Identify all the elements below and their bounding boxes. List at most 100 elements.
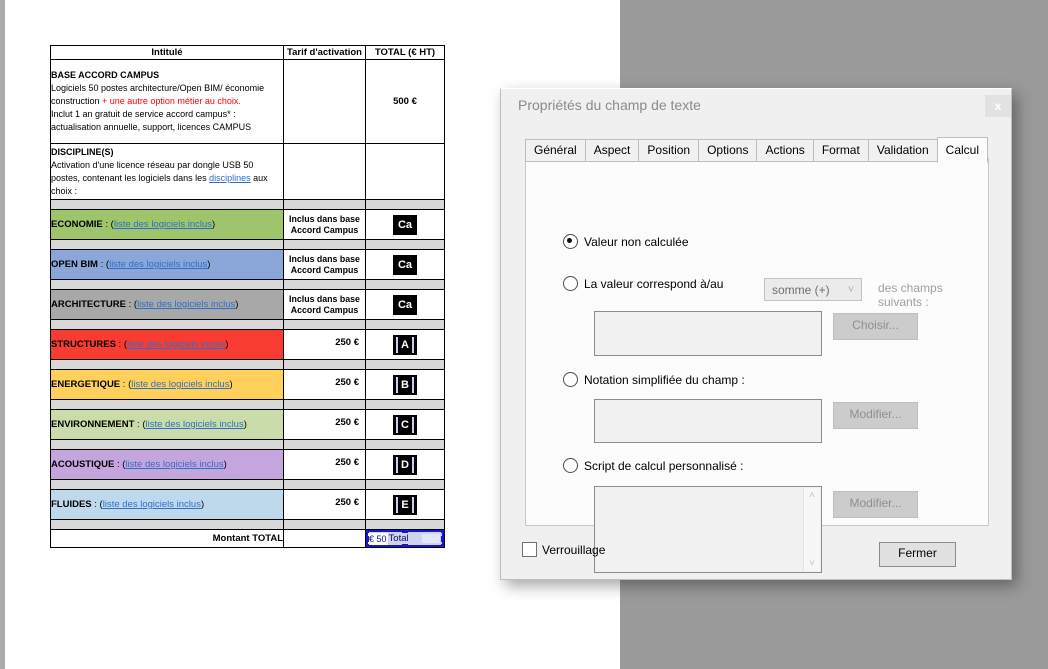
app-canvas: Intitulé Tarif d'activation TOTAL (€ HT)… [0,0,1048,669]
montant-total-row: Montant TOTAL € 50 Total [50,529,445,548]
checkbox-label: Verrouillage [542,542,606,557]
form-field-badge[interactable]: Ca [393,294,417,315]
modifier-button-2[interactable]: Modifier... [833,491,918,518]
base-line3: Inclut 1 an gratuit de service accord ca… [51,109,236,119]
disciplines-link[interactable]: disciplines [209,173,251,183]
notation-textbox[interactable] [594,399,822,443]
form-field-badge[interactable]: C [393,414,417,435]
radio-valeur-correspond[interactable]: La valeur correspond à/au [563,276,723,291]
base-accord-campus-row: BASE ACCORD CAMPUS Logiciels 50 postes a… [50,59,445,144]
form-field-badge[interactable]: D [393,454,417,475]
base-line4: actualisation annuelle, support, licence… [51,122,252,132]
resize-handle[interactable] [441,535,444,542]
spacer-row [50,199,445,210]
verrouillage-checkbox[interactable]: Verrouillage [522,542,605,557]
col-header-intitule: Intitulé [50,45,284,60]
resize-handle[interactable] [366,544,369,547]
row-open-bim: OPEN BIM : (liste des logiciels inclus) … [50,249,445,280]
disc-line2: postes, contenant les logiciels dans les… [51,172,268,183]
calcul-tab-panel: Valeur non calculée La valeur correspond… [525,158,989,573]
spacer-row [50,439,445,450]
radio-label: Valeur non calculée [584,234,689,249]
fields-listbox[interactable] [594,311,822,356]
software-list-link[interactable]: liste des logiciels inclus [114,219,212,230]
form-field-badge[interactable]: A [393,334,417,355]
scroll-down-icon[interactable]: ˅ [804,558,820,569]
total-field-highlight [422,534,440,543]
form-field-badge[interactable]: B [393,374,417,395]
tab-validation[interactable]: Validation [867,139,938,162]
software-list-link[interactable]: liste des logiciels inclus [131,379,229,390]
scrollbar[interactable]: ˄ ˅ [803,488,820,571]
radio-icon[interactable] [563,372,578,387]
software-list-link[interactable]: liste des logiciels inclus [125,459,223,470]
operator-dropdown[interactable]: somme (+) ˅ [764,278,862,301]
radio-valeur-non-calculee[interactable]: Valeur non calculée [563,234,689,249]
row-structures: STRUCTURES : (liste des logiciels inclus… [50,329,445,360]
form-field-badge[interactable]: E [393,494,417,515]
radio-notation-simplifiee[interactable]: Notation simplifiée du champ : [563,372,745,387]
tarif-cell: Inclus dans base Accord Campus [283,249,366,280]
total-field-value: € 50 [368,532,388,545]
base-line1: Logiciels 50 postes architecture/Open BI… [51,83,265,93]
base-title: BASE ACCORD CAMPUS [51,70,160,80]
software-list-link[interactable]: liste des logiciels inclus [137,299,235,310]
software-list-link[interactable]: liste des logiciels inclus [103,499,201,510]
tab-position[interactable]: Position [638,139,700,162]
scroll-up-icon[interactable]: ˄ [804,490,820,501]
software-list-link[interactable]: liste des logiciels inclus [146,419,244,430]
spacer-row [50,239,445,250]
row-name: STRUCTURES [51,339,116,350]
tab-calcul[interactable]: Calcul [936,137,989,163]
row-name: FLUIDES [51,499,92,510]
montant-total-label: Montant TOTAL [50,529,284,548]
tab-aspect[interactable]: Aspect [584,139,640,162]
form-field-badge[interactable]: Ca [393,214,417,235]
radio-icon[interactable] [563,458,578,473]
sum-suffix-label: des champs suivants : [878,281,943,309]
resize-handle[interactable] [402,530,408,533]
row-name: ECONOMIE [51,219,103,230]
row-name: ACOUSTIQUE [51,459,115,470]
software-list-link[interactable]: liste des logiciels inclus [127,339,225,350]
radio-label: La valeur correspond à/au [584,276,724,291]
dialog-tabs: Général Aspect Position Options Actions … [525,136,989,163]
row-architecture: ARCHITECTURE : (liste des logiciels incl… [50,289,445,320]
tarif-cell: 250 € [283,329,366,360]
checkbox-icon[interactable] [522,542,537,557]
row-name: ENERGETIQUE [51,379,121,390]
row-acoustique: ACOUSTIQUE : (liste des logiciels inclus… [50,449,445,480]
choisir-button[interactable]: Choisir... [833,313,918,340]
table-header-row: Intitulé Tarif d'activation TOTAL (€ HT) [50,45,445,60]
spacer-row [50,359,445,370]
radio-icon[interactable] [563,276,578,291]
spacer-row [50,319,445,330]
resize-handle[interactable] [441,530,444,533]
disciplines-row: DISCIPLINE(S) Activation d'une licence r… [50,143,445,200]
tab-actions[interactable]: Actions [756,139,814,162]
software-list-link[interactable]: liste des logiciels inclus [109,259,207,270]
tab-options[interactable]: Options [698,139,758,162]
resize-handle[interactable] [402,544,408,547]
radio-label: Notation simplifiée du champ : [584,372,745,387]
fermer-button[interactable]: Fermer [879,542,956,567]
form-field-badge[interactable]: Ca [393,254,417,275]
row-energetique: ENERGETIQUE : (liste des logiciels inclu… [50,369,445,400]
resize-handle[interactable] [366,530,369,533]
row-name: ARCHITECTURE [51,299,126,310]
base-line2-red: + une autre option métier au choix. [102,96,241,106]
resize-handle[interactable] [441,544,444,547]
spacer-row [50,519,445,530]
chevron-down-icon: ˅ [847,283,855,296]
radio-selected-icon[interactable] [563,234,578,249]
tab-format[interactable]: Format [812,139,869,162]
total-form-field-selected[interactable]: € 50 Total [366,530,444,547]
close-icon[interactable]: x [985,95,1011,117]
modifier-button-1[interactable]: Modifier... [833,402,918,429]
script-textarea[interactable]: ˄ ˅ [594,486,822,573]
resize-handle[interactable] [366,535,369,542]
disc-line3: choix : [51,185,78,196]
disc-title: DISCIPLINE(S) [51,146,114,157]
radio-script-personnalise[interactable]: Script de calcul personnalisé : [563,458,743,473]
tab-general[interactable]: Général [525,139,586,162]
